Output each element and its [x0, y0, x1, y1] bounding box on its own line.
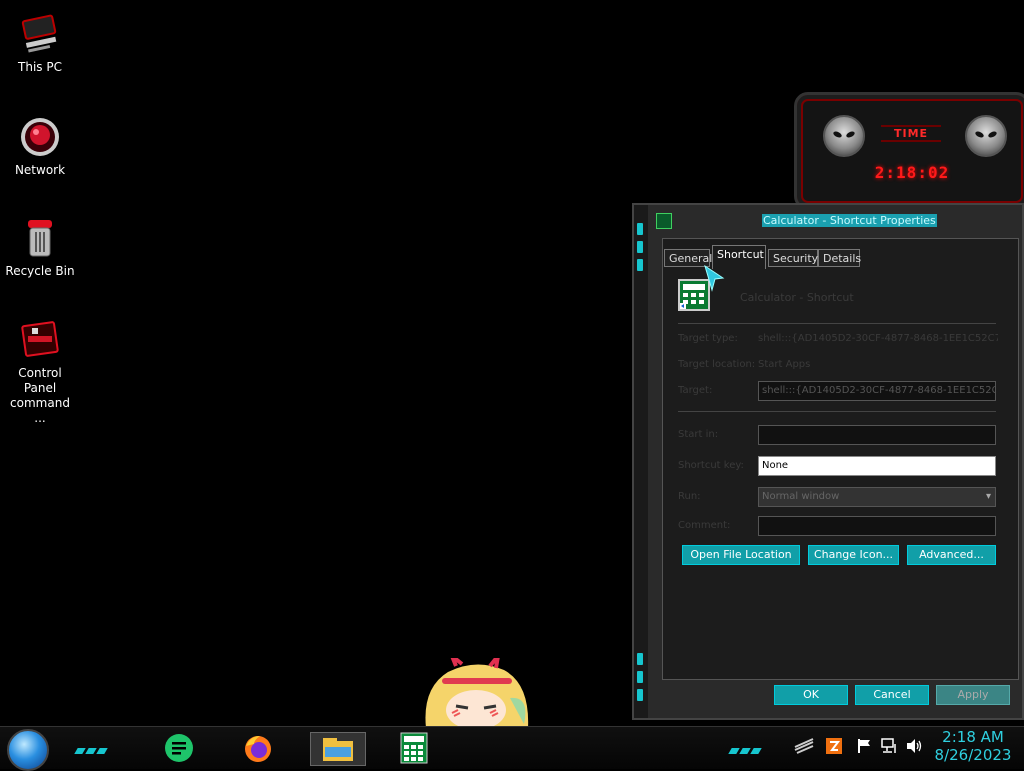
gadget-time-label: TIME — [881, 125, 941, 142]
window-title: Calculator - Shortcut Properties — [762, 214, 937, 227]
properties-window[interactable]: Calculator - Shortcut Properties General… — [632, 203, 1024, 720]
computer-icon — [18, 12, 62, 56]
run-label: Run: — [678, 491, 701, 502]
calculator-icon[interactable] — [398, 732, 430, 764]
network-status-icon[interactable] — [881, 738, 899, 758]
keyboard-icon[interactable] — [793, 738, 815, 758]
taskbar-decoration — [74, 739, 116, 754]
control-panel-icon — [18, 318, 62, 362]
target-type-value: shell:::{AD1405D2-30CF-4877-8468-1EE1C52… — [758, 333, 998, 344]
ok-button[interactable]: OK — [774, 685, 848, 705]
flag-icon[interactable] — [857, 738, 873, 758]
divider — [678, 323, 996, 324]
run-select[interactable]: Normal window — [758, 487, 996, 507]
file-explorer-icon[interactable] — [310, 732, 366, 766]
advanced-button[interactable]: Advanced... — [907, 545, 996, 565]
desktop-icon-recycle-bin[interactable]: Recycle Bin — [4, 216, 76, 279]
window-frame-decoration — [634, 205, 648, 718]
target-label: Target: — [678, 385, 713, 396]
apply-button[interactable]: Apply — [936, 685, 1010, 705]
volume-icon[interactable] — [905, 738, 923, 758]
comment-field[interactable] — [758, 516, 996, 536]
start-in-field[interactable] — [758, 425, 996, 445]
start-in-label: Start in: — [678, 429, 719, 440]
divider — [678, 411, 996, 412]
tab-details[interactable]: Details — [818, 249, 861, 267]
cartoon-character-image — [418, 648, 534, 730]
shortcut-name: Calculator - Shortcut — [740, 291, 854, 304]
calculator-icon — [656, 213, 672, 229]
tab-security[interactable]: Security — [768, 249, 818, 267]
start-button[interactable] — [7, 729, 49, 771]
cancel-button[interactable]: Cancel — [855, 685, 929, 705]
desktop-icon-label: Recycle Bin — [5, 264, 75, 278]
shortcut-key-field[interactable]: None — [758, 456, 996, 476]
desktop-icon-this-pc[interactable]: This PC — [4, 12, 76, 75]
desktop-icon-label: Network — [14, 163, 66, 177]
taskbar-clock[interactable]: 2:18 AM 8/26/2023 — [933, 728, 1013, 764]
taskbar-date: 8/26/2023 — [934, 746, 1012, 764]
network-icon — [18, 115, 62, 159]
target-location-value: Start Apps — [758, 359, 811, 370]
desktop-icon-label: Control Panel command ... — [10, 366, 70, 425]
desktop-icon-label: This PC — [18, 60, 62, 74]
shortcut-tab-content: Calculator - Shortcut Target type: shell… — [664, 267, 1017, 678]
alien-head-icon — [823, 115, 865, 157]
comment-label: Comment: — [678, 520, 731, 531]
desktop-icon-network[interactable]: Network — [4, 115, 76, 178]
gadget-time: 2:18:02 — [874, 163, 950, 182]
shortcut-key-label: Shortcut key: — [678, 460, 744, 471]
target-location-label: Target location: — [678, 359, 756, 370]
taskbar-time: 2:18 AM — [942, 728, 1004, 746]
alien-head-icon — [965, 115, 1007, 157]
desktop-icon-control-panel[interactable]: Control Panel command ... — [4, 318, 76, 426]
recycle-bin-icon — [18, 216, 62, 260]
chat-app-icon[interactable] — [163, 732, 195, 764]
open-file-location-button[interactable]: Open File Location — [682, 545, 800, 565]
target-field[interactable]: shell:::{AD1405D2-30CF-4877-8468-1EE1C52… — [758, 381, 996, 401]
firefox-icon[interactable] — [242, 732, 274, 764]
mouse-cursor-icon — [703, 264, 727, 298]
window-titlebar[interactable]: Calculator - Shortcut Properties — [652, 209, 1014, 233]
target-type-label: Target type: — [678, 333, 738, 344]
input-method-icon[interactable] — [826, 738, 842, 758]
clock-gadget[interactable]: TIME 2:18:02 — [794, 92, 1024, 210]
change-icon-button[interactable]: Change Icon... — [808, 545, 899, 565]
taskbar-decoration — [728, 739, 770, 754]
